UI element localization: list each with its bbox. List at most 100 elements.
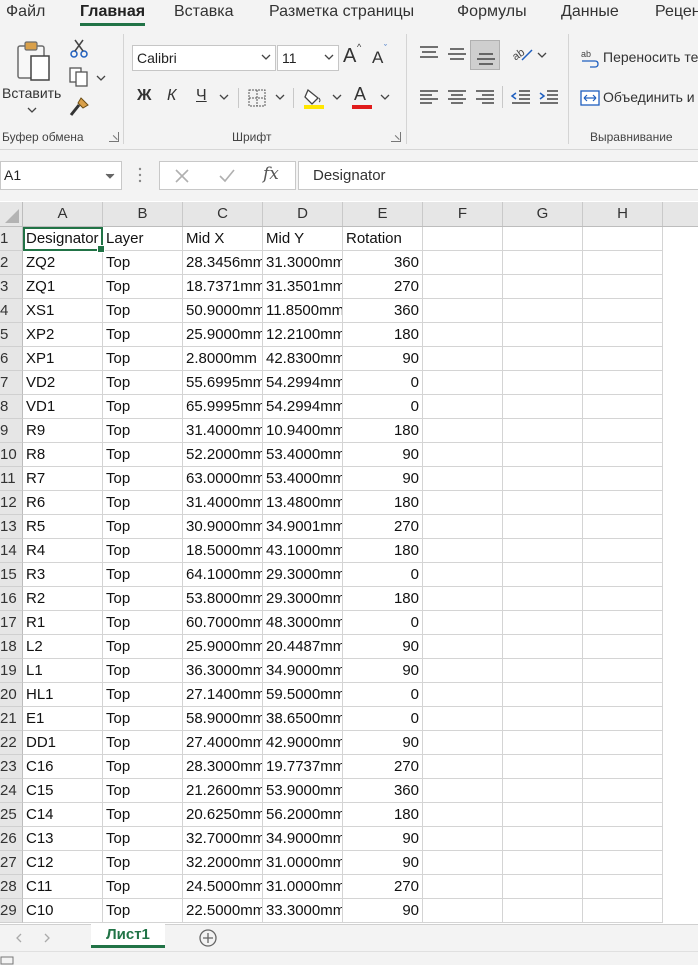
cell-e13[interactable]: 270 [343, 515, 423, 539]
cell-f14[interactable] [423, 539, 503, 563]
cell-a29[interactable]: C10 [23, 899, 103, 923]
cell-d24[interactable]: 53.9000mm [263, 779, 343, 803]
column-header-b[interactable]: B [103, 202, 183, 226]
cell-b14[interactable]: Top [103, 539, 183, 563]
cell-g6[interactable] [503, 347, 583, 371]
cell-g20[interactable] [503, 683, 583, 707]
cell-a12[interactable]: R6 [23, 491, 103, 515]
cell-f13[interactable] [423, 515, 503, 539]
row-header[interactable]: 20 [0, 683, 23, 707]
cell-f28[interactable] [423, 875, 503, 899]
cell-g16[interactable] [503, 587, 583, 611]
cell-b8[interactable]: Top [103, 395, 183, 419]
cell-d14[interactable]: 43.1000mm [263, 539, 343, 563]
row-header[interactable]: 23 [0, 755, 23, 779]
cell-c24[interactable]: 21.2600mm [183, 779, 263, 803]
cell-d8[interactable]: 54.2994mm [263, 395, 343, 419]
cell-c5[interactable]: 25.9000mm [183, 323, 263, 347]
cell-b15[interactable]: Top [103, 563, 183, 587]
tab-home[interactable]: Главная [80, 2, 146, 26]
cell-h26[interactable] [583, 827, 663, 851]
cell-h23[interactable] [583, 755, 663, 779]
cell-f1[interactable] [423, 227, 503, 251]
row-header[interactable]: 6 [0, 347, 23, 371]
cell-a16[interactable]: R2 [23, 587, 103, 611]
cell-c7[interactable]: 55.6995mm [183, 371, 263, 395]
cell-b17[interactable]: Top [103, 611, 183, 635]
cell-b5[interactable]: Top [103, 323, 183, 347]
cell-f11[interactable] [423, 467, 503, 491]
row-header[interactable]: 26 [0, 827, 23, 851]
cell-h1[interactable] [583, 227, 663, 251]
row-header[interactable]: 19 [0, 659, 23, 683]
cell-e5[interactable]: 180 [343, 323, 423, 347]
tab-file[interactable]: Файл [6, 2, 45, 26]
cell-g1[interactable] [503, 227, 583, 251]
font-size-select[interactable]: 11 [277, 45, 339, 71]
cell-h11[interactable] [583, 467, 663, 491]
cell-f24[interactable] [423, 779, 503, 803]
cell-g13[interactable] [503, 515, 583, 539]
cell-g9[interactable] [503, 419, 583, 443]
cell-d25[interactable]: 56.2000mm [263, 803, 343, 827]
cell-c15[interactable]: 64.1000mm [183, 563, 263, 587]
row-header[interactable]: 24 [0, 779, 23, 803]
row-header[interactable]: 1 [0, 227, 23, 251]
cell-f18[interactable] [423, 635, 503, 659]
cell-h29[interactable] [583, 899, 663, 923]
cell-c25[interactable]: 20.6250mm [183, 803, 263, 827]
cell-d15[interactable]: 29.3000mm [263, 563, 343, 587]
format-painter-icon[interactable] [68, 96, 90, 118]
cell-d19[interactable]: 34.9000mm [263, 659, 343, 683]
column-header-h[interactable]: H [583, 202, 663, 226]
cell-c20[interactable]: 27.1400mm [183, 683, 263, 707]
cell-h5[interactable] [583, 323, 663, 347]
font-launcher-icon[interactable] [391, 132, 401, 142]
row-header[interactable]: 27 [0, 851, 23, 875]
row-header[interactable]: 10 [0, 443, 23, 467]
cell-e14[interactable]: 180 [343, 539, 423, 563]
column-header-c[interactable]: C [183, 202, 263, 226]
cell-h21[interactable] [583, 707, 663, 731]
chevron-down-icon[interactable] [219, 94, 229, 100]
cell-a2[interactable]: ZQ2 [23, 251, 103, 275]
column-header-a[interactable]: A [23, 202, 103, 226]
cell-e29[interactable]: 90 [343, 899, 423, 923]
cell-b16[interactable]: Top [103, 587, 183, 611]
cell-b3[interactable]: Top [103, 275, 183, 299]
cell-c14[interactable]: 18.5000mm [183, 539, 263, 563]
cell-f9[interactable] [423, 419, 503, 443]
cell-b26[interactable]: Top [103, 827, 183, 851]
select-all-button[interactable] [0, 202, 23, 226]
cell-h8[interactable] [583, 395, 663, 419]
row-header[interactable]: 18 [0, 635, 23, 659]
row-header[interactable]: 15 [0, 563, 23, 587]
cell-a4[interactable]: XS1 [23, 299, 103, 323]
cell-a18[interactable]: L2 [23, 635, 103, 659]
cut-icon[interactable] [70, 38, 88, 58]
cell-e7[interactable]: 0 [343, 371, 423, 395]
cell-h9[interactable] [583, 419, 663, 443]
cell-f7[interactable] [423, 371, 503, 395]
cell-c22[interactable]: 27.4000mm [183, 731, 263, 755]
wrap-text-button[interactable]: ab Переносить те [578, 46, 698, 70]
row-header[interactable]: 2 [0, 251, 23, 275]
cell-b28[interactable]: Top [103, 875, 183, 899]
cell-c10[interactable]: 52.2000mm [183, 443, 263, 467]
row-header[interactable]: 8 [0, 395, 23, 419]
row-header[interactable]: 29 [0, 899, 23, 923]
tab-page-layout[interactable]: Разметка страницы [269, 2, 414, 26]
cell-a11[interactable]: R7 [23, 467, 103, 491]
cell-g26[interactable] [503, 827, 583, 851]
cell-e16[interactable]: 180 [343, 587, 423, 611]
cell-c4[interactable]: 50.9000mm [183, 299, 263, 323]
cell-b19[interactable]: Top [103, 659, 183, 683]
cell-a17[interactable]: R1 [23, 611, 103, 635]
cell-h25[interactable] [583, 803, 663, 827]
row-header[interactable]: 9 [0, 419, 23, 443]
cell-h28[interactable] [583, 875, 663, 899]
cell-b12[interactable]: Top [103, 491, 183, 515]
tab-insert[interactable]: Вставка [174, 2, 233, 26]
cell-a28[interactable]: C11 [23, 875, 103, 899]
cell-c6[interactable]: 2.8000mm [183, 347, 263, 371]
